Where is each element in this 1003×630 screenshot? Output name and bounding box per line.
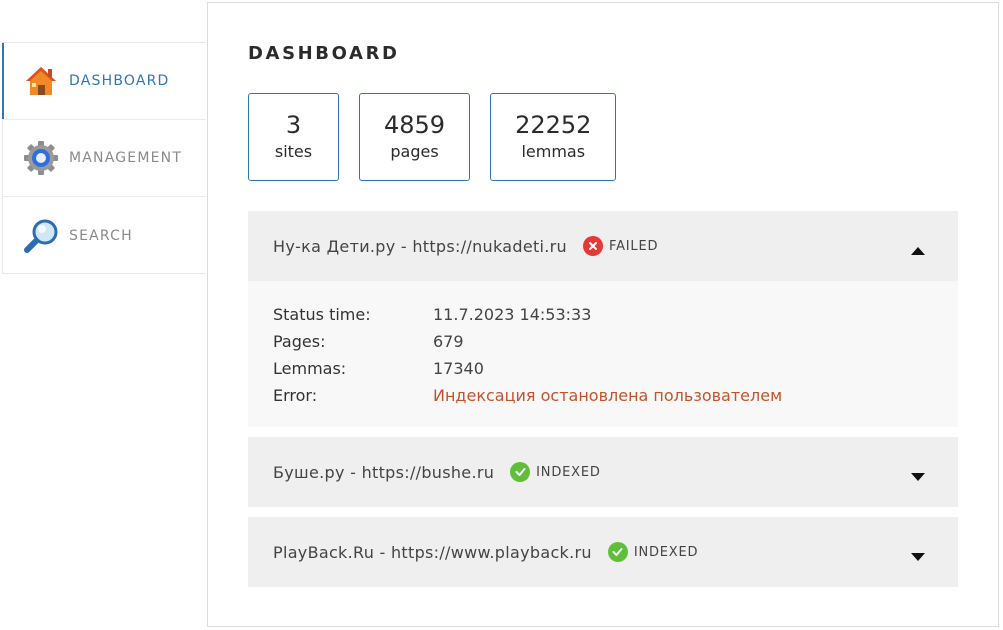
status-text: FAILED [609, 238, 659, 254]
check-icon [510, 462, 531, 482]
gear-icon [23, 140, 59, 176]
chevron-down-icon[interactable] [910, 467, 926, 481]
lemmas-value: 17340 [433, 359, 484, 378]
site-name: PlayBack.Ru - https://www.playback.ru [273, 542, 592, 562]
sidebar-item-label: SEARCH [69, 227, 133, 244]
status-text: INDEXED [536, 464, 601, 480]
stat-card-pages: 4859 pages [359, 93, 471, 181]
detail-row-error: Error: Индексация остановлена пользовате… [273, 382, 933, 409]
site-details: Status time: 11.7.2023 14:53:33 Pages: 6… [248, 281, 958, 427]
detail-row-status-time: Status time: 11.7.2023 14:53:33 [273, 301, 933, 328]
detail-label: Error: [273, 386, 318, 405]
error-value: Индексация остановлена пользователем [433, 386, 783, 405]
status-badge: FAILED [583, 236, 658, 256]
detail-label: Pages: [273, 332, 326, 351]
detail-label: Status time: [273, 305, 371, 324]
page-title: DASHBOARD [248, 43, 400, 64]
site-name: Ну-ка Дети.ру - https://nukadeti.ru [273, 236, 567, 256]
status-badge: INDEXED [510, 462, 601, 482]
check-icon [607, 542, 628, 562]
site-item: Ну-ка Дети.ру - https://nukadeti.ru FAIL… [248, 211, 958, 427]
stat-value: 4859 [384, 111, 446, 139]
stat-label: sites [274, 142, 313, 161]
chevron-down-icon[interactable] [910, 547, 926, 561]
site-header[interactable]: PlayBack.Ru - https://www.playback.ru IN… [248, 517, 958, 587]
stat-label: lemmas [521, 142, 586, 161]
stat-value: 3 [285, 111, 302, 139]
magnifier-icon [23, 218, 59, 254]
stat-value: 22252 [515, 111, 592, 139]
failed-icon [583, 236, 603, 256]
stat-card-lemmas: 22252 lemmas [490, 93, 617, 181]
detail-label: Lemmas: [273, 359, 347, 378]
sidebar-item-label: DASHBOARD [69, 73, 170, 89]
detail-row-lemmas: Lemmas: 17340 [273, 355, 933, 382]
site-item: PlayBack.Ru - https://www.playback.ru IN… [248, 517, 958, 587]
status-time-value: 11.7.2023 14:53:33 [433, 305, 592, 324]
site-header[interactable]: Буше.ру - https://bushe.ru INDEXED [248, 437, 958, 507]
sidebar-item-management[interactable]: MANAGEMENT [3, 120, 206, 197]
stat-card-sites: 3 sites [248, 93, 339, 181]
chevron-up-icon[interactable] [910, 241, 926, 255]
sidebar-item-search[interactable]: SEARCH [3, 197, 206, 274]
stats-row: 3 sites 4859 pages 22252 lemmas [248, 93, 617, 181]
site-name: Буше.ру - https://bushe.ru [273, 462, 495, 482]
sidebar: DASHBOARD MANAGEMENT SEARCH [2, 42, 206, 274]
sites-list: Ну-ка Дети.ру - https://nukadeti.ru FAIL… [248, 211, 958, 597]
detail-row-pages: Pages: 679 [273, 328, 933, 355]
site-item: Буше.ру - https://bushe.ru INDEXED [248, 437, 958, 507]
site-header[interactable]: Ну-ка Дети.ру - https://nukadeti.ru FAIL… [248, 211, 958, 281]
status-badge: INDEXED [607, 542, 699, 562]
sidebar-item-dashboard[interactable]: DASHBOARD [2, 43, 206, 120]
home-icon [23, 63, 59, 99]
pages-value: 679 [433, 332, 464, 351]
sidebar-item-label: MANAGEMENT [69, 150, 183, 166]
main-panel: DASHBOARD 3 sites 4859 pages 22252 lemma… [207, 2, 999, 627]
status-text: INDEXED [633, 544, 699, 560]
stat-label: pages [390, 142, 439, 161]
